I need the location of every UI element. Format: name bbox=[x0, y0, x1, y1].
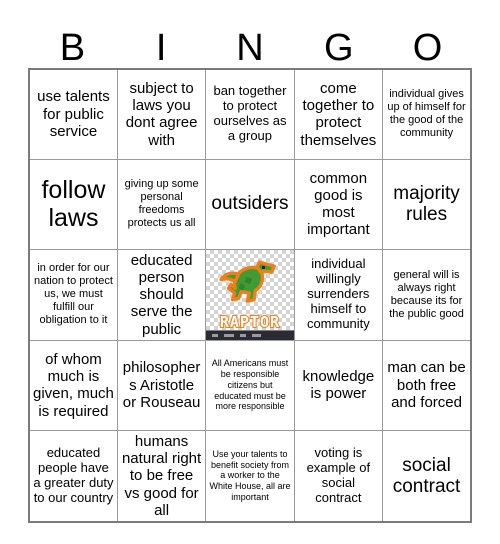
bingo-cell-text: use talents for public service bbox=[37, 88, 110, 140]
bingo-cell-text: outsiders bbox=[211, 193, 289, 215]
bingo-cell-text: All Americans must be responsible citize… bbox=[211, 358, 289, 412]
bingo-cell-text: philosophers Aristotle or Rouseau bbox=[122, 359, 201, 411]
bingo-cell-text: humans natural right to be free vs good … bbox=[121, 432, 202, 519]
bingo-cell-text: subject to laws you dont agree with bbox=[125, 79, 198, 149]
raptor-mascot-icon bbox=[219, 259, 276, 303]
bingo-cell-text: follow laws bbox=[41, 176, 106, 232]
footer-bar-tick bbox=[212, 333, 219, 337]
bingo-row: in order for our nation to protect us, w… bbox=[28, 248, 472, 341]
bingo-cell-text: individual willingly surrenders himself … bbox=[306, 256, 370, 332]
bingo-card: B I N G O use talents for public service… bbox=[0, 0, 500, 544]
bingo-cell-text: individual gives up of himself for the g… bbox=[387, 88, 466, 140]
bingo-cell-o4[interactable]: man can be both free and forced bbox=[382, 339, 472, 431]
bingo-cell-n1[interactable]: ban together to protect ourselves as a g… bbox=[205, 68, 295, 160]
bingo-cell-g1[interactable]: come together to protect themselves bbox=[293, 68, 384, 160]
bingo-cell-o5[interactable]: social contract bbox=[382, 429, 472, 523]
header-letter-g: G bbox=[324, 27, 354, 69]
header-letter-b: B bbox=[59, 27, 86, 69]
raptor-wordmark: RAPTOR bbox=[219, 312, 281, 332]
bingo-cell-n5[interactable]: Use your talents to benefit society from… bbox=[205, 429, 295, 523]
bingo-cell-text: come together to protect themselves bbox=[300, 79, 377, 149]
bingo-cell-n2[interactable]: outsiders bbox=[205, 158, 295, 250]
bingo-cell-text: ban together to protect ourselves as a g… bbox=[213, 83, 287, 144]
bingo-cell-i2[interactable]: giving up some personal freedoms protect… bbox=[116, 158, 207, 250]
bingo-cell-i4[interactable]: philosophers Aristotle or Rouseau bbox=[116, 339, 207, 431]
bingo-cell-i1[interactable]: subject to laws you dont agree with bbox=[116, 68, 207, 160]
bingo-cell-text: voting is example of social contract bbox=[306, 445, 371, 505]
bingo-cell-text: in order for our nation to protect us, w… bbox=[34, 262, 113, 327]
bingo-cell-o2[interactable]: majority rules bbox=[382, 158, 472, 250]
bingo-row: of whom much is given, much is required p… bbox=[28, 339, 472, 431]
bingo-grid: use talents for public service subject to… bbox=[28, 68, 472, 523]
bingo-cell-o1[interactable]: individual gives up of himself for the g… bbox=[382, 68, 472, 160]
bingo-cell-text: knowledge is power bbox=[302, 368, 375, 403]
bingo-cell-g3[interactable]: individual willingly surrenders himself … bbox=[293, 248, 384, 341]
bingo-row: follow laws giving up some personal freed… bbox=[28, 158, 472, 250]
header-letter-o: O bbox=[412, 27, 443, 69]
bingo-header-row: B I N G O bbox=[28, 20, 472, 68]
bingo-cell-text: majority rules bbox=[393, 182, 460, 225]
bingo-cell-g4[interactable]: knowledge is power bbox=[293, 339, 384, 431]
bingo-cell-text: man can be both free and forced bbox=[387, 359, 466, 411]
free-space-image: RAPTOR bbox=[206, 250, 294, 340]
footer-bar-tick bbox=[224, 333, 235, 337]
free-space-image-footer-bar bbox=[206, 329, 294, 340]
bingo-cell-i5[interactable]: humans natural right to be free vs good … bbox=[116, 429, 207, 523]
footer-bar-tick bbox=[252, 333, 262, 337]
header-letter-i: I bbox=[155, 27, 167, 69]
bingo-cell-text: social contract bbox=[392, 454, 461, 497]
bingo-cell-text: of whom much is given, much is required bbox=[33, 350, 114, 420]
bingo-cell-text: educated person should serve the public bbox=[130, 251, 193, 338]
bingo-cell-g2[interactable]: common good is most important bbox=[293, 158, 384, 250]
bingo-cell-i3[interactable]: educated person should serve the public bbox=[116, 248, 207, 341]
bingo-cell-n4[interactable]: All Americans must be responsible citize… bbox=[205, 339, 295, 431]
bingo-free-space-cell[interactable]: RAPTOR bbox=[205, 248, 295, 341]
bingo-cell-text: common good is most important bbox=[307, 169, 370, 239]
bingo-cell-b1[interactable]: use talents for public service bbox=[28, 68, 118, 160]
bingo-row: use talents for public service subject to… bbox=[28, 68, 472, 160]
header-letter-n: N bbox=[236, 27, 264, 69]
bingo-cell-text: educated people have a greater duty to o… bbox=[33, 445, 114, 505]
bingo-cell-g5[interactable]: voting is example of social contract bbox=[293, 429, 384, 523]
bingo-cell-text: general will is always right because its… bbox=[389, 268, 464, 320]
bingo-cell-b3[interactable]: in order for our nation to protect us, w… bbox=[28, 248, 118, 341]
bingo-cell-b2[interactable]: follow laws bbox=[28, 158, 118, 250]
bingo-cell-b4[interactable]: of whom much is given, much is required bbox=[28, 339, 118, 431]
footer-bar-tick bbox=[240, 333, 247, 337]
bingo-cell-o3[interactable]: general will is always right because its… bbox=[382, 248, 472, 341]
bingo-cell-text: Use your talents to benefit society from… bbox=[209, 448, 291, 503]
bingo-cell-text: giving up some personal freedoms protect… bbox=[124, 178, 199, 229]
bingo-cell-b5[interactable]: educated people have a greater duty to o… bbox=[28, 429, 118, 523]
bingo-row: educated people have a greater duty to o… bbox=[28, 429, 472, 523]
free-space-image-content: RAPTOR bbox=[207, 250, 293, 332]
